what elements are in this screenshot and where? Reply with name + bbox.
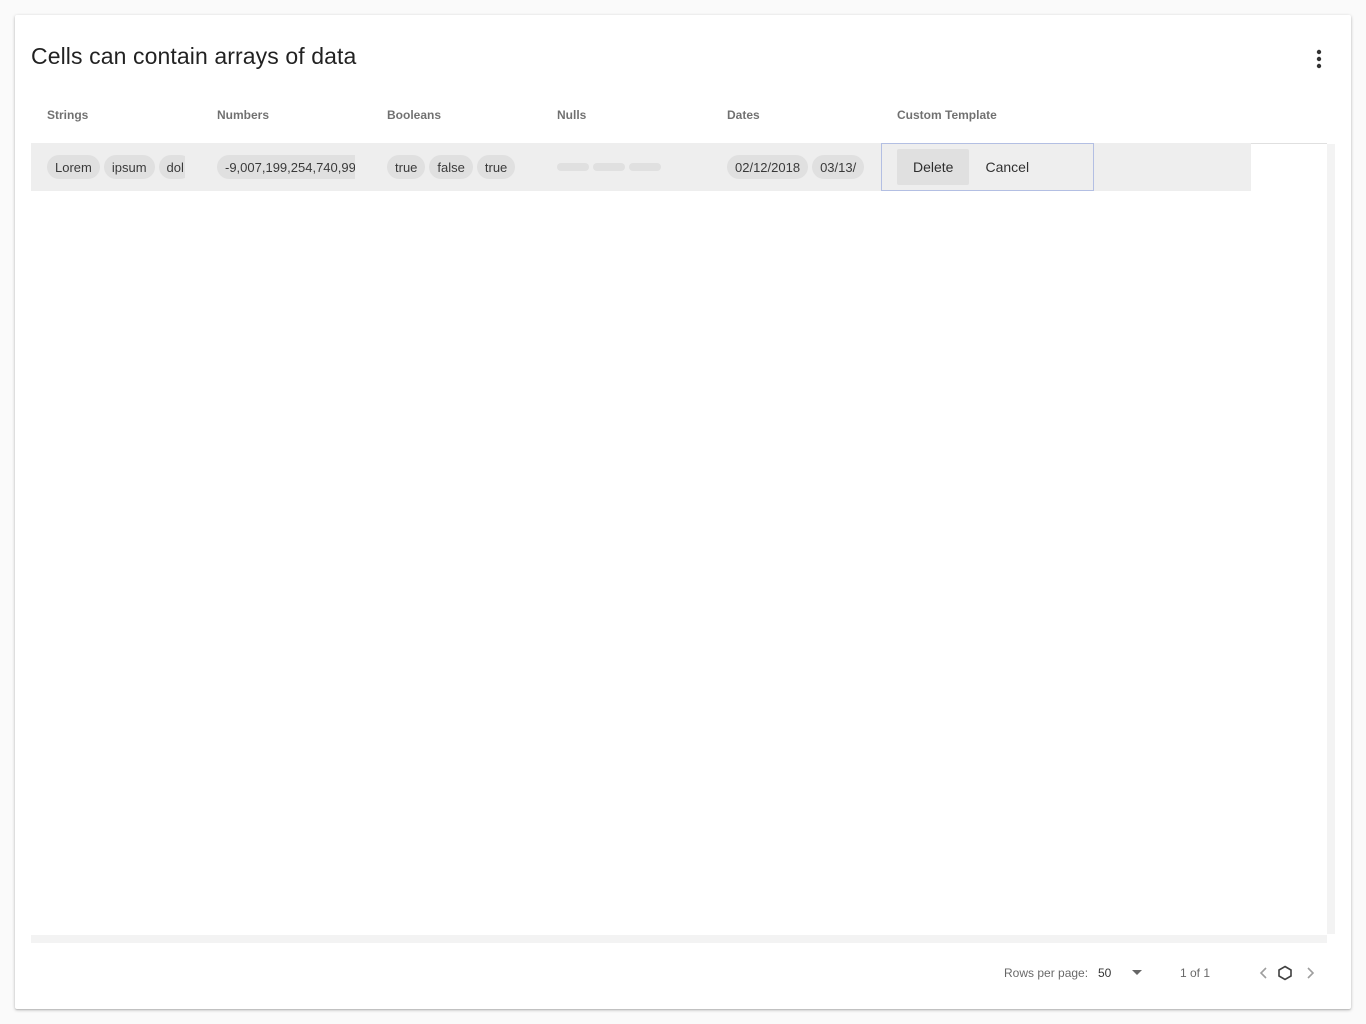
vertical-scrollbar[interactable]	[1327, 144, 1335, 934]
cell-booleans[interactable]: true false true	[387, 143, 525, 191]
cancel-button[interactable]: Cancel	[969, 149, 1045, 185]
boolean-chip: true	[476, 155, 516, 179]
column-header-dates[interactable]: Dates	[727, 97, 760, 143]
cell-numbers[interactable]: -9,007,199,254,740,991	[217, 143, 355, 191]
refresh-button[interactable]	[1273, 961, 1297, 985]
boolean-chip: false	[429, 155, 473, 179]
table-header-row: Strings Numbers Booleans Nulls Dates Cus…	[31, 97, 1327, 144]
column-header-numbers[interactable]: Numbers	[217, 97, 269, 143]
horizontal-scrollbar[interactable]	[31, 935, 1327, 943]
string-chip: dol	[158, 155, 185, 179]
column-header-nulls[interactable]: Nulls	[557, 97, 586, 143]
card-title: Cells can contain arrays of data	[31, 43, 357, 69]
column-header-strings[interactable]: Strings	[47, 97, 88, 143]
cell-nulls[interactable]	[557, 143, 695, 191]
page-info: 1 of 1	[1180, 966, 1211, 980]
cell-custom-template[interactable]: Delete Cancel	[881, 143, 1094, 191]
cell-strings[interactable]: Lorem ipsum dol	[47, 143, 185, 191]
boolean-chip: true	[387, 155, 426, 179]
rows-per-page-select[interactable]: 50	[1098, 959, 1150, 987]
date-chip: 02/12/2018	[727, 155, 809, 179]
data-table-card: Cells can contain arrays of data Strings…	[15, 15, 1351, 1009]
table-row[interactable]: Lorem ipsum dol -9,007,199,254,740,991 t…	[31, 143, 1251, 191]
date-chip: 03/13/	[812, 155, 865, 179]
more-options-button[interactable]	[1303, 43, 1335, 75]
chevron-right-icon	[1307, 967, 1315, 979]
null-chip	[593, 163, 625, 171]
number-chip: -9,007,199,254,740,991	[217, 155, 355, 179]
column-header-custom-template[interactable]: Custom Template	[897, 97, 997, 143]
caret-down-icon	[1132, 970, 1142, 975]
string-chip: Lorem	[47, 155, 100, 179]
more-vertical-icon	[1316, 49, 1322, 69]
refresh-icon	[1278, 965, 1292, 981]
chevron-left-icon	[1259, 967, 1267, 979]
cell-dates[interactable]: 02/12/2018 03/13/	[727, 143, 865, 191]
next-page-button[interactable]	[1298, 961, 1322, 985]
rows-per-page-label: Rows per page:	[1004, 966, 1089, 980]
pagination-footer: Rows per page: 50 1 of 1	[31, 955, 1335, 991]
rows-per-page-value: 50	[1098, 966, 1112, 980]
null-chip	[629, 163, 661, 171]
column-header-booleans[interactable]: Booleans	[387, 97, 441, 143]
string-chip: ipsum	[103, 155, 155, 179]
null-chip	[557, 163, 589, 171]
delete-button[interactable]: Delete	[897, 149, 970, 185]
